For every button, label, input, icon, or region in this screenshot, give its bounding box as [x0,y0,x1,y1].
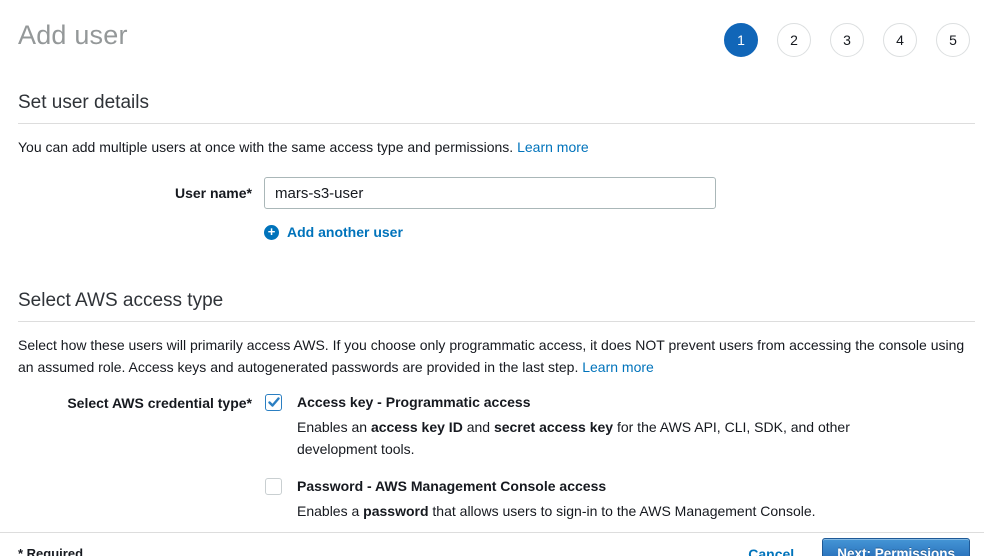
next-permissions-button[interactable]: Next: Permissions [822,538,970,556]
required-note: * Required [18,546,83,556]
desc-text: Enables an [297,419,371,435]
access-key-option: Access key - Programmatic access Enables… [265,393,853,460]
footer-bar: * Required Cancel Next: Permissions [0,532,984,556]
add-another-user-button[interactable]: + Add another user [264,224,403,240]
user-details-learn-more-link[interactable]: Learn more [517,139,589,155]
credential-options: Access key - Programmatic access Enables… [265,393,853,522]
username-label: User name* [18,185,252,201]
footer-actions: Cancel Next: Permissions [748,538,970,556]
password-option-body: Password - AWS Management Console access… [297,477,816,522]
step-2-indicator: 2 [777,23,811,57]
access-type-intro: Select how these users will primarily ac… [18,334,975,378]
username-row: User name* [18,177,975,209]
desc-bold-text: access key ID [371,419,463,435]
step-1-indicator: 1 [724,23,758,57]
page-title: Add user [18,20,128,51]
username-input[interactable] [264,177,716,209]
access-key-option-body: Access key - Programmatic access Enables… [297,393,853,460]
password-option: Password - AWS Management Console access… [265,477,853,522]
credential-type-label: Select AWS credential type* [18,393,252,411]
checkmark-icon [268,397,280,408]
credential-type-row: Select AWS credential type* Access key -… [18,393,975,522]
desc-text: and [463,419,494,435]
user-details-intro-text: You can add multiple users at once with … [18,139,517,155]
step-4-indicator: 4 [883,23,917,57]
plus-circle-icon: + [264,225,279,240]
desc-text: Enables a [297,503,363,519]
main-content: Set user details You can add multiple us… [0,57,984,522]
access-type-intro-text: Select how these users will primarily ac… [18,337,964,375]
password-checkbox[interactable] [265,478,282,495]
step-3-indicator: 3 [830,23,864,57]
password-option-desc: Enables a password that allows users to … [297,500,816,522]
cancel-button[interactable]: Cancel [748,546,794,556]
access-key-option-title: Access key - Programmatic access [297,393,853,412]
add-another-user-label: Add another user [287,224,403,240]
page-header: Add user 1 2 3 4 5 [0,0,984,57]
password-option-title: Password - AWS Management Console access [297,477,816,496]
step-indicator: 1 2 3 4 5 [724,20,970,57]
desc-bold-text: secret access key [494,419,613,435]
user-details-section-title: Set user details [18,92,975,124]
access-key-option-desc: Enables an access key ID and secret acce… [297,416,853,460]
desc-text: that allows users to sign-in to the AWS … [429,503,816,519]
user-details-intro: You can add multiple users at once with … [18,136,975,158]
access-key-checkbox[interactable] [265,394,282,411]
access-type-learn-more-link[interactable]: Learn more [582,359,654,375]
desc-bold-text: password [363,503,428,519]
access-type-section-title: Select AWS access type [18,290,975,322]
step-5-indicator: 5 [936,23,970,57]
